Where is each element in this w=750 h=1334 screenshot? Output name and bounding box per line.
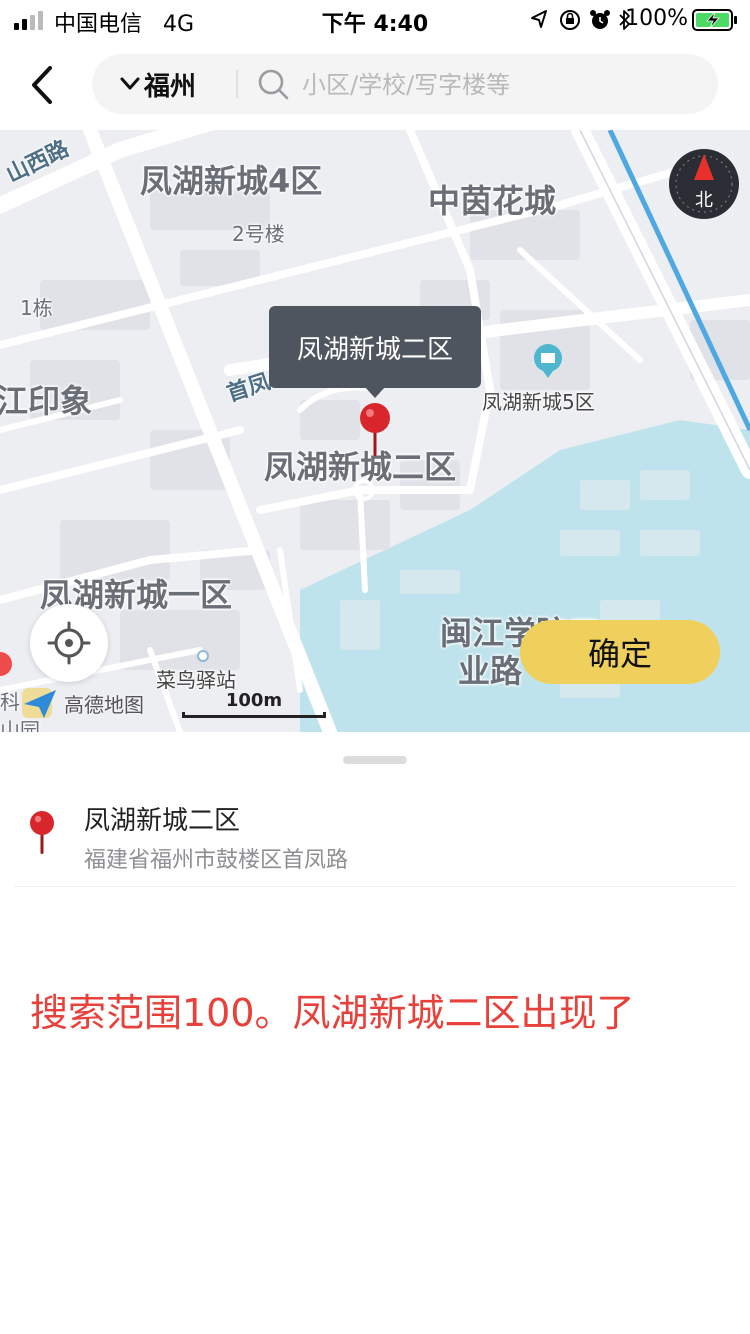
location-arrow-icon xyxy=(531,10,547,28)
search-divider xyxy=(236,70,238,98)
map-label-district-5: 凤湖新城5区 xyxy=(482,390,595,414)
locate-me-button[interactable] xyxy=(30,604,108,682)
search-input[interactable] xyxy=(300,62,704,108)
battery-percent: 100% xyxy=(625,6,688,31)
map-label-building-1: 1栋 xyxy=(20,296,53,320)
location-pin-icon xyxy=(30,811,54,854)
carrier-name: 中国电信 xyxy=(54,12,143,37)
annotation-text: 搜索范围100。凤湖新城二区出现了 xyxy=(30,991,635,1035)
back-button[interactable] xyxy=(18,62,68,108)
compass-north-label: 北 xyxy=(695,190,713,211)
result-list-item[interactable]: 凤湖新城二区 福建省福州市鼓楼区首凤路 xyxy=(0,790,750,886)
map-label-district-4: 凤湖新城4区 xyxy=(140,162,323,200)
compass-button[interactable]: 北 xyxy=(668,148,740,220)
amap-logo-icon xyxy=(22,688,56,718)
top-bar: 福州 xyxy=(0,40,750,130)
compass-icon: 北 xyxy=(669,149,739,219)
location-callout: 凤湖新城二区 xyxy=(269,306,481,388)
signal-icon xyxy=(14,11,43,30)
status-icons xyxy=(531,10,630,30)
city-name: 福州 xyxy=(144,71,197,102)
result-title: 凤湖新城二区 xyxy=(84,806,241,836)
status-bar: 中国电信 4G 下午 4:40 100% xyxy=(0,0,750,40)
map-label-building-2: 2号楼 xyxy=(232,222,285,246)
search-icon xyxy=(258,69,289,100)
map-label-zhongyin: 中茵花城 xyxy=(428,182,557,220)
map-view[interactable]: 山西路 首凤 凤湖新城4区 中茵花城 2号楼 1栋 江印象 凤湖新城5区 凤湖新… xyxy=(0,130,750,732)
search-box: 福州 xyxy=(92,54,718,114)
result-address: 福建省福州市鼓楼区首凤路 xyxy=(84,848,349,873)
map-scale-label: 100m xyxy=(225,690,283,711)
city-selector[interactable]: 福州 xyxy=(120,54,196,114)
confirm-button[interactable]: 确定 xyxy=(520,620,720,684)
map-pin-icon[interactable] xyxy=(358,402,392,458)
chevron-down-icon xyxy=(120,77,140,90)
map-scale: 100m xyxy=(182,690,326,720)
crosshair-icon xyxy=(47,621,91,665)
drag-handle[interactable] xyxy=(343,756,407,764)
orientation-lock-icon xyxy=(560,10,580,30)
map-brand: 高德地图 xyxy=(20,686,144,720)
map-label-jiangyin: 江印象 xyxy=(0,382,93,420)
callout-arrow xyxy=(364,386,386,398)
result-sheet: 凤湖新城二区 福建省福州市鼓楼区首凤路 搜索范围100。凤湖新城二区出现了 xyxy=(0,732,750,1334)
map-scale-bar xyxy=(182,712,326,718)
alarm-icon xyxy=(590,10,610,29)
map-label-industrial-road: 业路 xyxy=(458,652,523,690)
map-label-cainiao: 菜鸟驿站 xyxy=(156,668,236,692)
battery-charging-icon xyxy=(692,9,737,31)
chevron-left-icon xyxy=(32,66,52,104)
list-separator xyxy=(14,886,736,887)
map-brand-text: 高德地图 xyxy=(64,692,144,717)
network-type: 4G xyxy=(163,12,195,37)
map-label-partial-left: 科 xyxy=(0,690,20,714)
